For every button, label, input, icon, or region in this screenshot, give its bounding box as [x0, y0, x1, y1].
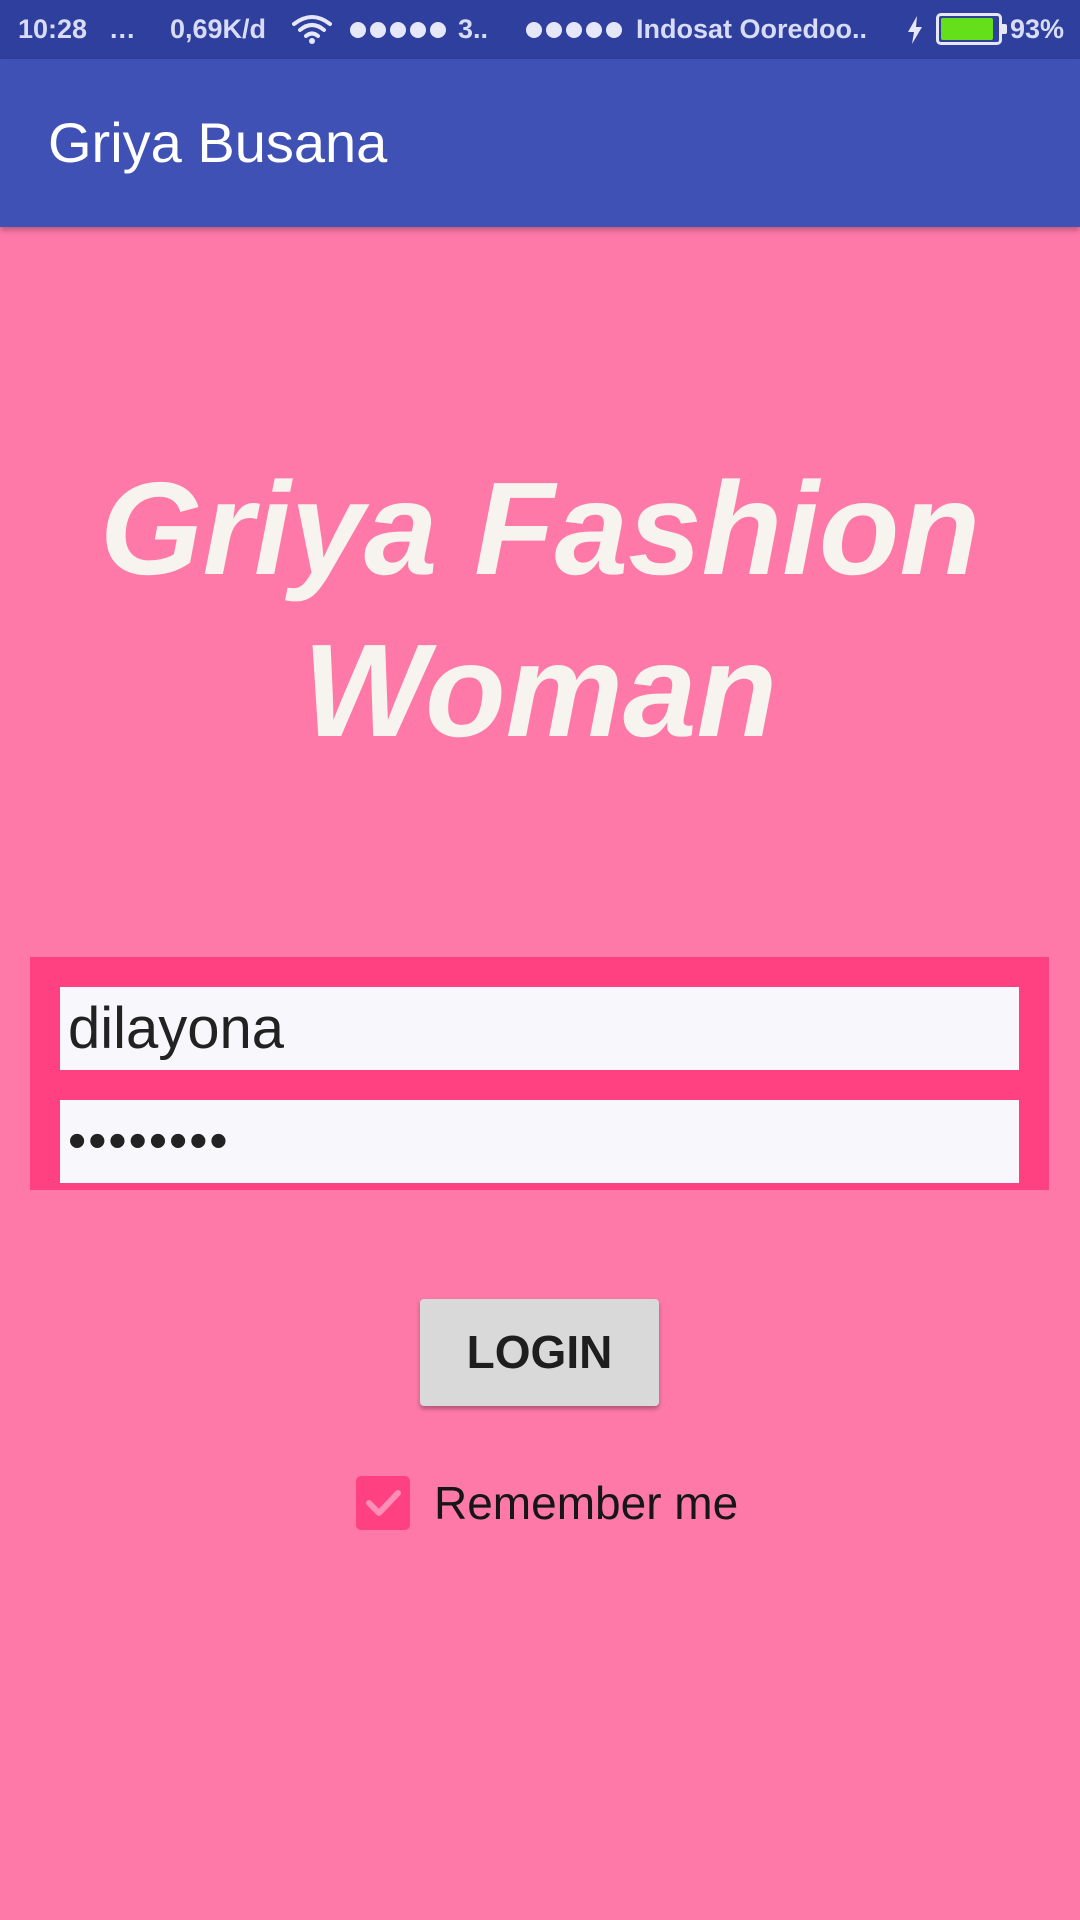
- status-more-indicator: ...: [110, 14, 136, 44]
- carrier-name: Indosat Ooredoo..: [636, 14, 868, 44]
- sim1-signal-icon: [350, 22, 446, 38]
- status-bar: 10:28 ... 0,69K/d 3.. Indosat Ooredoo.. …: [0, 0, 1080, 59]
- battery-percent: 93%: [1010, 14, 1065, 44]
- login-form: dilayona ••••••••: [30, 957, 1049, 1190]
- headline-line-1: Griya Fashion: [99, 455, 981, 602]
- username-field[interactable]: dilayona: [60, 987, 1019, 1070]
- login-button[interactable]: LOGIN: [420, 1299, 659, 1406]
- wifi-icon: [292, 15, 332, 44]
- check-icon: [366, 1490, 401, 1516]
- battery-level-fill: [941, 18, 993, 40]
- sim2-signal-icon: [526, 22, 622, 38]
- remember-me-row[interactable]: Remember me: [356, 1475, 738, 1531]
- battery-icon: [936, 13, 1007, 45]
- password-field[interactable]: ••••••••: [60, 1100, 1019, 1183]
- charging-icon: [908, 16, 922, 44]
- app-bar: Griya Busana: [0, 59, 1080, 227]
- headline: Griya Fashion Woman: [0, 448, 1080, 772]
- remember-me-label: Remember me: [434, 1477, 739, 1529]
- headline-line-2: Woman: [302, 617, 778, 764]
- network-speed: 0,69K/d: [170, 14, 267, 44]
- sim1-network-type: 3..: [458, 14, 489, 44]
- remember-me-checkbox[interactable]: [356, 1476, 410, 1530]
- app-title: Griya Busana: [48, 111, 388, 174]
- status-time: 10:28: [18, 14, 88, 44]
